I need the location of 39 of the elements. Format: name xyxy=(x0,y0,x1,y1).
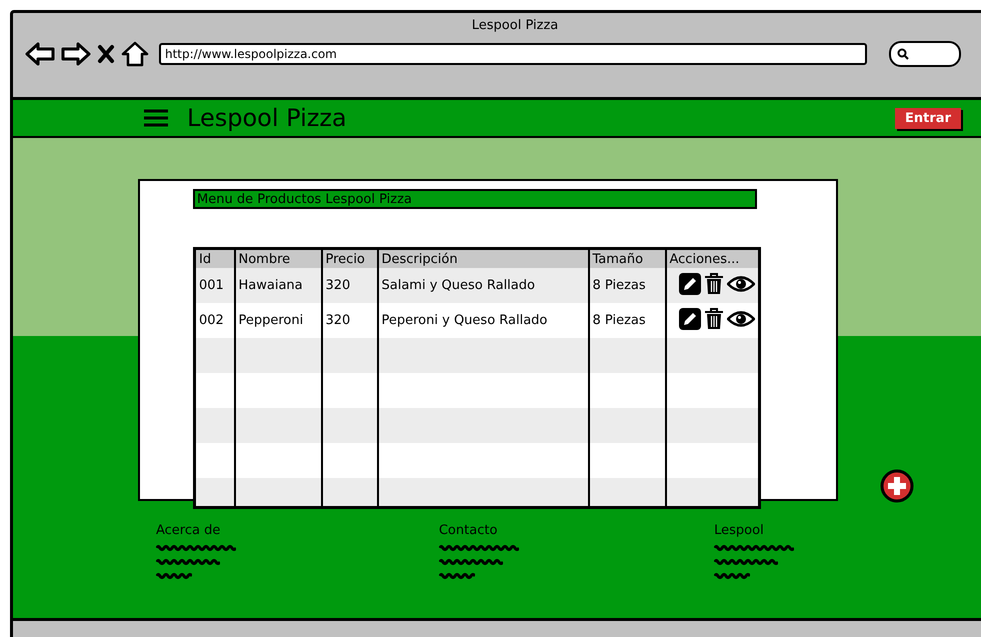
search-icon xyxy=(897,48,909,60)
scribble-drawing xyxy=(156,572,192,580)
scribble-drawing xyxy=(714,558,778,566)
table-cell: Salami y Queso Rallado xyxy=(378,268,588,303)
column-header: Descripción xyxy=(378,248,588,268)
scribble-drawing xyxy=(438,572,475,580)
column-header: Tamaño xyxy=(588,248,666,268)
eye-icon[interactable] xyxy=(727,310,755,328)
column-header: Precio xyxy=(322,248,378,268)
login-button[interactable]: Entrar xyxy=(895,108,961,128)
edit-icon[interactable] xyxy=(679,272,701,294)
close-icon[interactable] xyxy=(97,44,115,64)
search-field[interactable] xyxy=(889,41,961,67)
home-icon[interactable] xyxy=(121,41,149,67)
edit-icon[interactable] xyxy=(679,308,701,330)
window-title: Lespool Pizza xyxy=(472,18,558,33)
table-cell: 8 Piezas xyxy=(588,268,666,303)
forward-icon[interactable] xyxy=(61,42,91,66)
footer-heading: Lespool xyxy=(714,523,765,538)
column-header: Nombre xyxy=(234,248,322,268)
footer-heading: Acerca de xyxy=(156,523,222,538)
column-header: Id xyxy=(194,248,234,268)
add-icon[interactable] xyxy=(880,469,914,503)
back-icon[interactable] xyxy=(25,42,55,66)
panel-title: Menu de Productos Lespool Pizza xyxy=(193,189,757,209)
trash-icon[interactable] xyxy=(704,272,724,294)
menu-icon[interactable] xyxy=(143,108,169,128)
scribble-drawing xyxy=(438,558,503,566)
site-title: Lespool Pizza xyxy=(187,104,347,132)
table-cell: Hawaiana xyxy=(234,268,322,303)
eye-icon[interactable] xyxy=(727,274,755,292)
footer-heading: Contacto xyxy=(438,523,498,538)
address-field[interactable]: http://www.lespoolpizza.com xyxy=(159,43,867,65)
scribble-drawing xyxy=(156,558,220,566)
scribble-drawing xyxy=(714,572,750,580)
table-cell: 001 xyxy=(194,268,234,303)
trash-icon[interactable] xyxy=(704,308,724,330)
column-header: Acciones... xyxy=(666,248,760,268)
table-cell: 320 xyxy=(322,268,378,303)
